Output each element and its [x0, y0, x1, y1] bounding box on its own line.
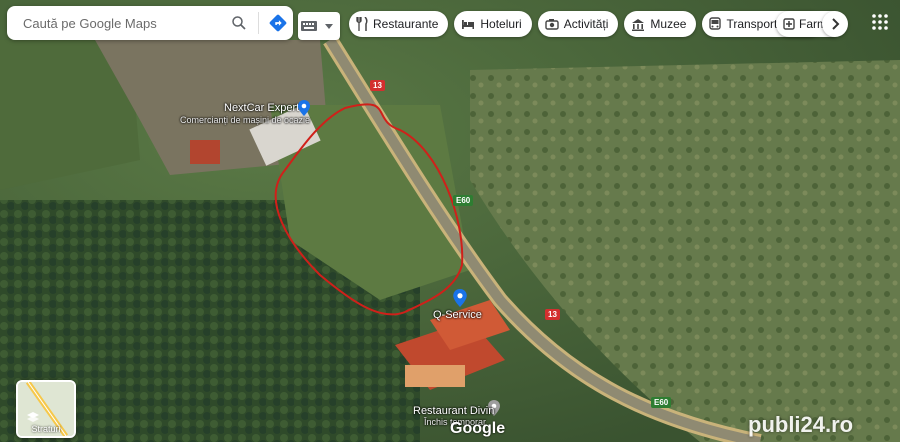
search-input[interactable] — [21, 14, 224, 32]
keyboard-icon — [301, 21, 317, 31]
input-tools-button[interactable] — [298, 12, 340, 40]
bed-icon — [462, 20, 475, 29]
chip-hotels[interactable]: Hoteluri — [454, 11, 532, 37]
museum-icon — [632, 18, 645, 31]
road-shield-13: 13 — [545, 309, 560, 320]
chip-label: Hoteluri — [480, 17, 522, 31]
place-label-restaurant[interactable]: Restaurant Divin — [413, 405, 494, 417]
layers-button[interactable]: Straturi — [16, 380, 76, 438]
fork-knife-icon — [356, 17, 368, 31]
search-box — [7, 6, 293, 40]
directions-icon[interactable] — [263, 8, 293, 38]
chip-label: Restaurante — [373, 17, 439, 31]
layers-label: Straturi — [31, 424, 61, 434]
chevron-right-icon — [832, 18, 840, 30]
search-icon[interactable] — [224, 8, 254, 38]
satellite-map[interactable] — [0, 0, 900, 442]
map-pin-icon[interactable] — [298, 100, 310, 116]
chip-label: Activități — [563, 17, 609, 31]
road-shield-e60: E60 — [453, 195, 474, 206]
chip-activities[interactable]: Activități — [537, 11, 619, 37]
apps-grid-icon[interactable] — [872, 14, 888, 35]
chip-label: Muzee — [650, 17, 687, 31]
pharmacy-icon — [783, 18, 795, 30]
road-shield-e60: E60 — [651, 397, 672, 408]
google-logo: Google — [450, 420, 506, 437]
category-chips: Restaurante Hoteluri Activități Muzee Tr… — [349, 11, 823, 37]
place-label-qservice[interactable]: Q-Service — [433, 309, 482, 321]
camera-icon — [545, 19, 559, 30]
divider — [258, 12, 259, 34]
map-pin-icon[interactable] — [453, 289, 467, 307]
place-label-nextcar[interactable]: NextCar Expert — [224, 102, 299, 114]
road-shield-13: 13 — [370, 80, 385, 91]
place-sublabel-nextcar: Comercianți de mașini de ocazie — [180, 115, 311, 125]
chip-restaurants[interactable]: Restaurante — [349, 11, 449, 37]
chip-museums[interactable]: Muzee — [624, 11, 697, 37]
caret-down-icon — [325, 24, 333, 29]
bus-icon — [709, 17, 722, 30]
watermark: publi24.ro — [748, 412, 854, 437]
chips-next-button[interactable] — [822, 11, 848, 37]
